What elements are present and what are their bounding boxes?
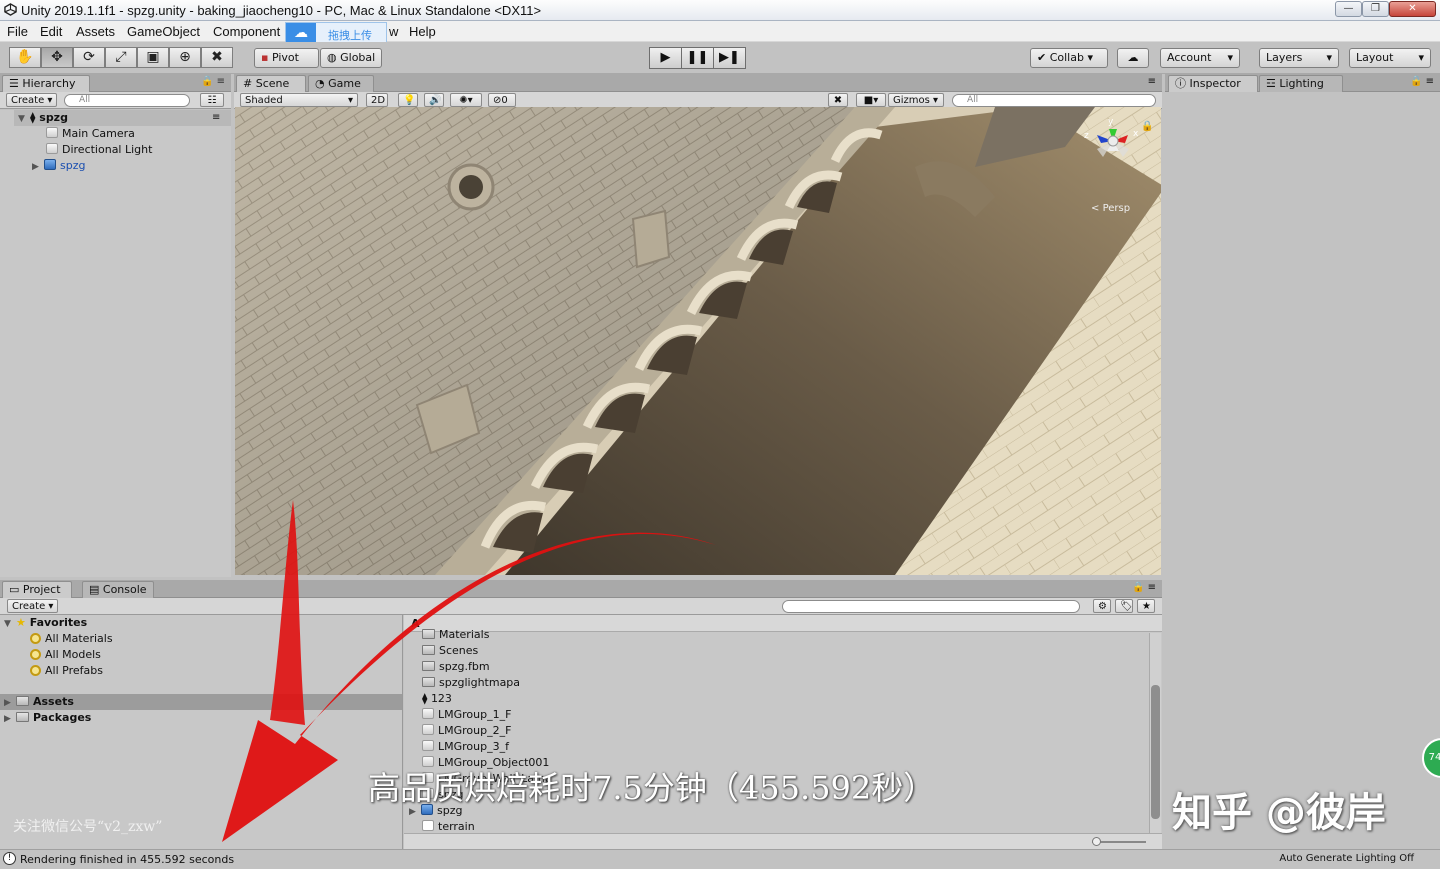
wechat-watermark: 关注微信公号“v2_zxw”	[13, 819, 163, 835]
zhihu-watermark: 知乎 @彼岸	[1172, 790, 1386, 836]
red-arrow-annotation	[222, 500, 716, 842]
caption-overlay: 高品质烘焙耗时7.5分钟（455.592秒）	[368, 769, 936, 807]
